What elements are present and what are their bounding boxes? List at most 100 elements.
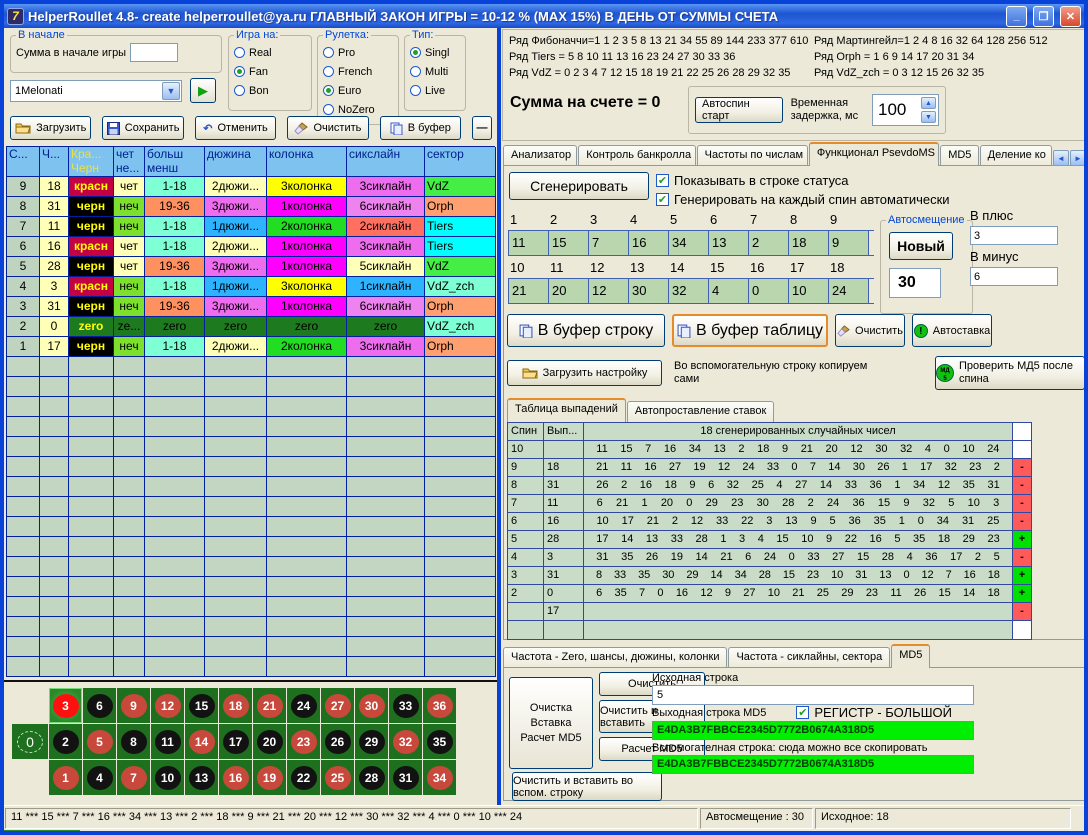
board-cell-14[interactable]: 14: [185, 724, 218, 759]
tab-частота-сиклайны-сектора[interactable]: Частота - сиклайны, сектора: [728, 647, 890, 668]
check-md5-button[interactable]: МД5 Проверить МД5 после спина: [935, 356, 1085, 390]
spins-table-row[interactable]: [508, 621, 1031, 639]
board-cell-0[interactable]: 0: [12, 724, 48, 759]
board-cell-26[interactable]: 26: [321, 724, 354, 759]
spins-table-row[interactable]: 5281714133328134151092216535182923+: [508, 531, 1031, 549]
maximize-button[interactable]: ❐: [1033, 6, 1054, 27]
board-cell-12[interactable]: 12: [151, 688, 184, 723]
results-table[interactable]: С...Ч...Кра...Чернчетне...большменшдюжин…: [6, 146, 495, 677]
board-cell-4[interactable]: 4: [83, 760, 116, 795]
clear-button[interactable]: Очистить: [287, 116, 368, 140]
board-cell-27[interactable]: 27: [321, 688, 354, 723]
radio-bon[interactable]: Bon: [234, 81, 306, 100]
buffer-row-button[interactable]: В буфер строку: [507, 314, 665, 347]
to-buffer-button[interactable]: В буфер: [380, 116, 461, 140]
spins-table-row[interactable]: 71162112002923302822436159325103-: [508, 495, 1031, 513]
tab-таблица-выпадений[interactable]: Таблица выпадений: [507, 398, 626, 422]
tab-частота-zero-шансы-дюжины-колонки[interactable]: Частота - Zero, шансы, дюжины, колонки: [503, 647, 727, 668]
md5-clear-paste-aux-button[interactable]: Очистить и вставить во вспом. строку: [512, 772, 662, 801]
board-cell-5[interactable]: 5: [83, 724, 116, 759]
autospin-start-button[interactable]: Автоспин старт: [695, 97, 783, 123]
board-cell-20[interactable]: 20: [253, 724, 286, 759]
board-cell-29[interactable]: 29: [355, 724, 388, 759]
spinner-down-icon[interactable]: ▼: [921, 111, 936, 123]
spins-table-row[interactable]: 8312621618963225427143336134123531-: [508, 477, 1031, 495]
radio-pro[interactable]: Pro: [323, 43, 393, 62]
board-cell-16[interactable]: 16: [219, 760, 252, 795]
collapse-button[interactable]: —: [472, 116, 492, 140]
board-cell-13[interactable]: 13: [185, 760, 218, 795]
apply-preset-button[interactable]: ▶: [190, 78, 216, 103]
tab-анализатор[interactable]: Анализатор: [503, 145, 577, 166]
chevron-down-icon[interactable]: ▼: [162, 82, 180, 100]
spins-table-row[interactable]: 433135261914216240332715284361725-: [508, 549, 1031, 567]
tab-scroll-right-icon[interactable]: ►: [1070, 150, 1086, 166]
tab-контроль-банкролла[interactable]: Контроль банкролла: [578, 145, 695, 166]
spins-table-row[interactable]: 101115716341321892120123032401024: [508, 441, 1031, 459]
spins-table-row[interactable]: 616101721212332231395363510343125-: [508, 513, 1031, 531]
board-cell-30[interactable]: 30: [355, 688, 388, 723]
board-cell-35[interactable]: 35: [423, 724, 456, 759]
minus-field[interactable]: [970, 267, 1058, 286]
radio-french[interactable]: French: [323, 62, 393, 81]
spins-table-row[interactable]: 17-: [508, 603, 1031, 621]
md5-summary-button[interactable]: Очистка Вставка Расчет MD5: [509, 677, 593, 769]
board-cell-24[interactable]: 24: [287, 688, 320, 723]
board-cell-22[interactable]: 22: [287, 760, 320, 795]
undo-button[interactable]: ↶ Отменить: [195, 116, 276, 140]
spins-table-row[interactable]: 91821111627191224330714302611732232-: [508, 459, 1031, 477]
load-button[interactable]: Загрузить: [10, 116, 91, 140]
board-cell-31[interactable]: 31: [389, 760, 422, 795]
radio-real[interactable]: Real: [234, 43, 306, 62]
radio-singl[interactable]: Singl: [410, 43, 460, 62]
spins-table-row[interactable]: 331833353029143428152310311301271618+: [508, 567, 1031, 585]
board-cell-11[interactable]: 11: [151, 724, 184, 759]
autoshift-value[interactable]: 30: [889, 268, 941, 298]
board-cell-17[interactable]: 17: [219, 724, 252, 759]
board-cell-19[interactable]: 19: [253, 760, 286, 795]
board-cell-3[interactable]: 3: [49, 688, 82, 723]
spins-table[interactable]: Спин Вып... 18 сгенерированных случайных…: [507, 422, 1032, 640]
board-cell-1[interactable]: 1: [49, 760, 82, 795]
autostake-button[interactable]: ! Автоставка: [912, 314, 992, 347]
board-cell-32[interactable]: 32: [389, 724, 422, 759]
tab-md5[interactable]: MD5: [940, 145, 978, 166]
tab-деление-ко[interactable]: Деление ко: [980, 145, 1052, 166]
minimize-button[interactable]: _: [1006, 6, 1027, 27]
board-cell-36[interactable]: 36: [423, 688, 456, 723]
generate-button[interactable]: Сгенерировать: [509, 172, 649, 200]
source-string-input[interactable]: [652, 685, 974, 705]
board-cell-6[interactable]: 6: [83, 688, 116, 723]
board-cell-15[interactable]: 15: [185, 688, 218, 723]
spinner-up-icon[interactable]: ▲: [921, 97, 936, 109]
psevdo-clear-button[interactable]: Очистить: [835, 314, 905, 347]
spins-table-row[interactable]: 2063570161292710212529231126151418+: [508, 585, 1031, 603]
checkbox-show-status[interactable]: ✔ Показывать в строке статуса: [656, 173, 849, 188]
board-cell-28[interactable]: 28: [355, 760, 388, 795]
resize-grip[interactable]: [1072, 806, 1084, 831]
board-cell-21[interactable]: 21: [253, 688, 286, 723]
checkbox-auto-generate[interactable]: ✔ Генерировать на каждый спин автоматиче…: [656, 192, 950, 207]
tab-scroll-left-icon[interactable]: ◄: [1053, 150, 1069, 166]
radio-live[interactable]: Live: [410, 81, 460, 100]
board-cell-18[interactable]: 18: [219, 688, 252, 723]
close-button[interactable]: ✕: [1060, 6, 1081, 27]
board-cell-34[interactable]: 34: [423, 760, 456, 795]
load-config-button[interactable]: Загрузить настройку: [507, 360, 662, 386]
radio-fan[interactable]: Fan: [234, 62, 306, 81]
board-cell-8[interactable]: 8: [117, 724, 150, 759]
tab-функционал-psevdoms[interactable]: Функционал PsevdoMS: [809, 142, 939, 166]
radio-euro[interactable]: Euro: [323, 81, 393, 100]
radio-multi[interactable]: Multi: [410, 62, 460, 81]
board-cell-23[interactable]: 23: [287, 724, 320, 759]
board-cell-25[interactable]: 25: [321, 760, 354, 795]
start-sum-input[interactable]: [130, 43, 178, 62]
save-button[interactable]: Сохранить: [102, 116, 183, 140]
tab-частоты-по-числам[interactable]: Частоты по числам: [697, 145, 808, 166]
board-cell-9[interactable]: 9: [117, 688, 150, 723]
board-cell-10[interactable]: 10: [151, 760, 184, 795]
delay-spinner[interactable]: 100 ▲ ▼: [872, 94, 939, 126]
board-cell-7[interactable]: 7: [117, 760, 150, 795]
plus-field[interactable]: [970, 226, 1058, 245]
md5-aux-field[interactable]: E4DA3B7FBBCE2345D7772B0674A318D5: [652, 755, 974, 774]
